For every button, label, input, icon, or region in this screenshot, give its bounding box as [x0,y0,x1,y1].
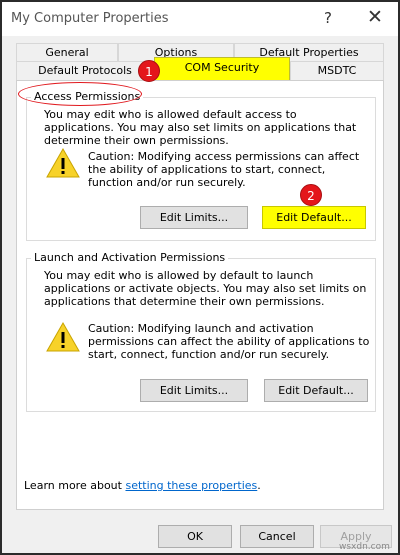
learn-more-text: Learn more about setting these propertie… [24,479,261,492]
setting-properties-link[interactable]: setting these properties [125,479,257,492]
tab-default-protocols[interactable]: Default Protocols [16,61,154,80]
tab-general[interactable]: General [16,43,118,62]
launch-edit-limits-button[interactable]: Edit Limits... [140,379,248,402]
title-bar: My Computer Properties ? ✕ [2,2,398,36]
watermark: wsxdn.com [339,542,390,552]
learn-more-suffix: . [257,479,261,492]
tab-msdtc[interactable]: MSDTC [290,61,384,80]
tab-com-security[interactable]: COM Security [154,57,290,81]
launch-description: You may edit who is allowed by default t… [44,269,367,308]
access-permissions-annotation-ellipse [18,82,142,106]
close-icon[interactable]: ✕ [367,6,383,28]
access-edit-default-button[interactable]: Edit Default... [262,206,366,229]
launch-edit-default-button[interactable]: Edit Default... [264,379,368,402]
learn-more-prefix: Learn more about [24,479,126,492]
annotation-badge-1: 1 [138,60,160,82]
launch-permissions-legend: Launch and Activation Permissions [31,251,229,264]
caution-icon [46,322,80,352]
caution-icon [46,148,80,178]
access-description: You may edit who is allowed default acce… [44,108,357,147]
ok-button[interactable]: OK [158,525,232,548]
cancel-button[interactable]: Cancel [240,525,314,548]
access-edit-limits-button[interactable]: Edit Limits... [140,206,248,229]
help-icon[interactable]: ? [324,9,332,27]
window-title: My Computer Properties [11,11,169,26]
annotation-badge-2: 2 [300,184,322,206]
properties-dialog: My Computer Properties ? ✕ General Optio… [0,0,400,555]
access-caution-text: Caution: Modifying access permissions ca… [88,150,360,189]
launch-caution-text: Caution: Modifying launch and activation… [88,322,370,361]
